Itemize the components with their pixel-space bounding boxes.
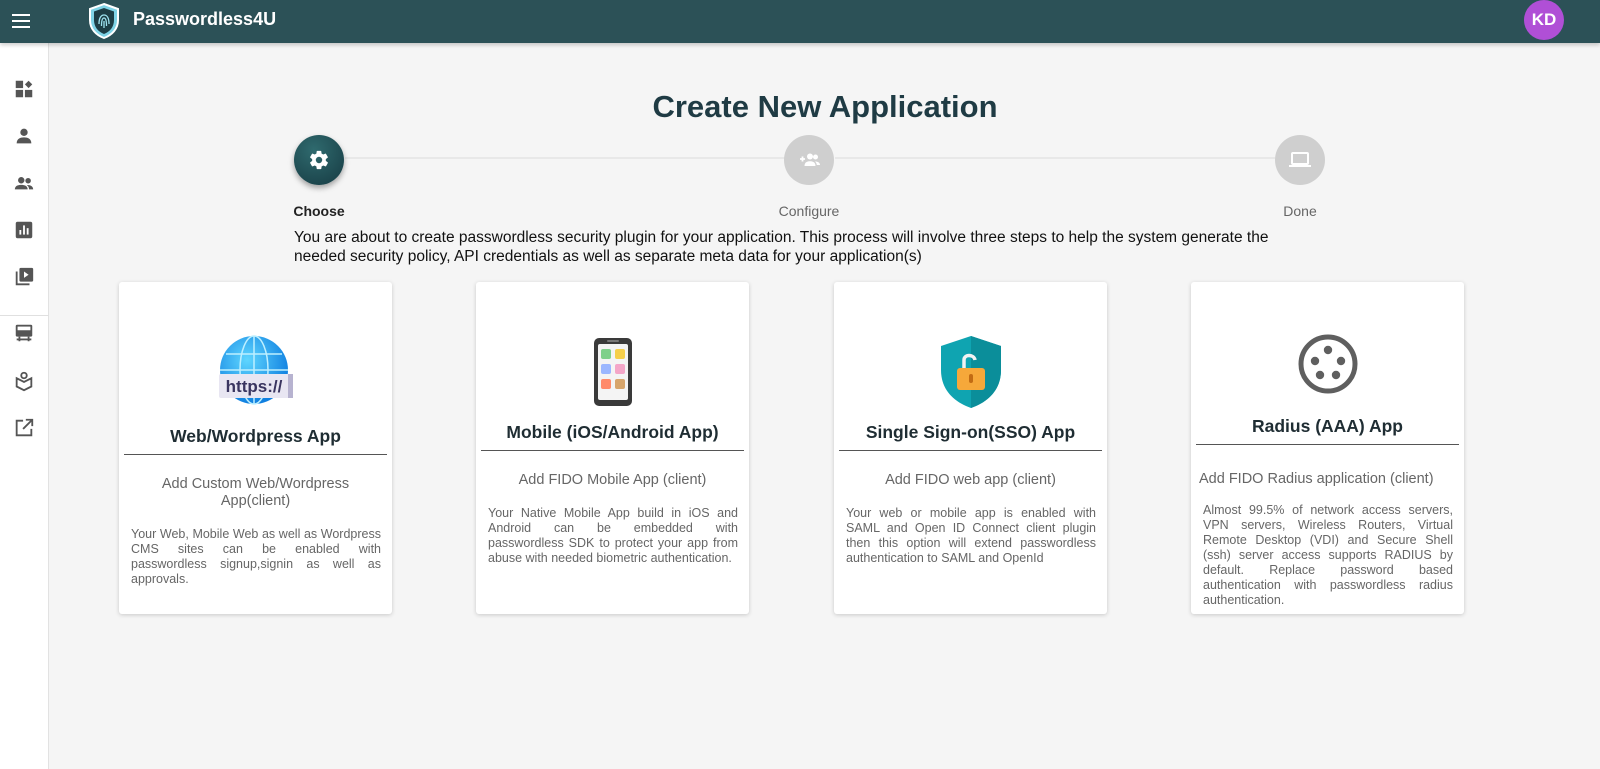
brand-name: Passwordless4U [133, 9, 277, 29]
card-subtitle: Add FIDO web app (client) [885, 472, 1056, 488]
package-icon[interactable] [12, 369, 36, 393]
card-subtitle: Add FIDO Mobile App (client) [518, 472, 707, 488]
globe-https-icon: https:// [119, 334, 392, 406]
hamburger-menu-icon[interactable] [12, 10, 34, 32]
intro-text: You are about to create passwordless sec… [294, 229, 1269, 265]
top-app-bar: Passwordless4U KD [0, 0, 1600, 43]
group-add-icon [800, 153, 820, 166]
analytics-icon[interactable] [12, 218, 36, 242]
card-title: Radius (AAA) App [1196, 416, 1459, 445]
card-subtitle: Add Custom Web/Wordpress App(client) [161, 476, 350, 509]
card-description: Your Native Mobile App build in iOS and … [488, 506, 738, 565]
shield-unlock-icon [834, 334, 1107, 410]
card-subtitle: Add FIDO Radius application (client) [1199, 471, 1434, 487]
person-icon[interactable] [12, 124, 36, 148]
svg-text:https://: https:// [225, 377, 282, 396]
video-library-icon[interactable] [12, 265, 36, 289]
card-description: Your web or mobile app is enabled with S… [846, 506, 1096, 565]
step-done[interactable] [1275, 135, 1325, 185]
step-choose[interactable] [294, 135, 344, 185]
open-in-new-icon[interactable] [12, 416, 36, 440]
radius-connector-icon [1191, 332, 1464, 396]
page-title: Create New Application [652, 89, 998, 124]
laptop-icon [1289, 152, 1311, 167]
smartphone-icon [476, 336, 749, 408]
step-label-configure: Configure [778, 203, 840, 219]
sidebar [0, 43, 49, 769]
user-avatar[interactable]: KD [1524, 0, 1564, 40]
card-title: Web/Wordpress App [124, 426, 387, 455]
app-card-web[interactable]: https:// Web/Wordpress App Add Custom We… [119, 282, 392, 614]
card-title: Mobile (iOS/Android App) [481, 422, 744, 451]
step-label-choose: Choose [293, 203, 345, 219]
stepper-connector [835, 157, 1275, 159]
app-card-radius[interactable]: Radius (AAA) App Add FIDO Radius applica… [1191, 282, 1464, 614]
card-title: Single Sign-on(SSO) App [839, 422, 1102, 451]
sidebar-divider [0, 315, 49, 316]
group-icon[interactable] [12, 171, 36, 195]
app-card-sso[interactable]: Single Sign-on(SSO) App Add FIDO web app… [834, 282, 1107, 614]
card-description: Almost 99.5% of network access servers, … [1203, 503, 1453, 607]
gear-icon [310, 150, 328, 170]
step-label-done: Done [1283, 203, 1317, 219]
card-description: Your Web, Mobile Web as well as Wordpres… [131, 527, 381, 586]
app-card-mobile[interactable]: Mobile (iOS/Android App) Add FIDO Mobile… [476, 282, 749, 614]
shield-fingerprint-logo-icon [89, 2, 119, 40]
card-display-icon[interactable] [12, 321, 36, 345]
step-configure[interactable] [784, 135, 834, 185]
stepper-connector [345, 157, 785, 159]
